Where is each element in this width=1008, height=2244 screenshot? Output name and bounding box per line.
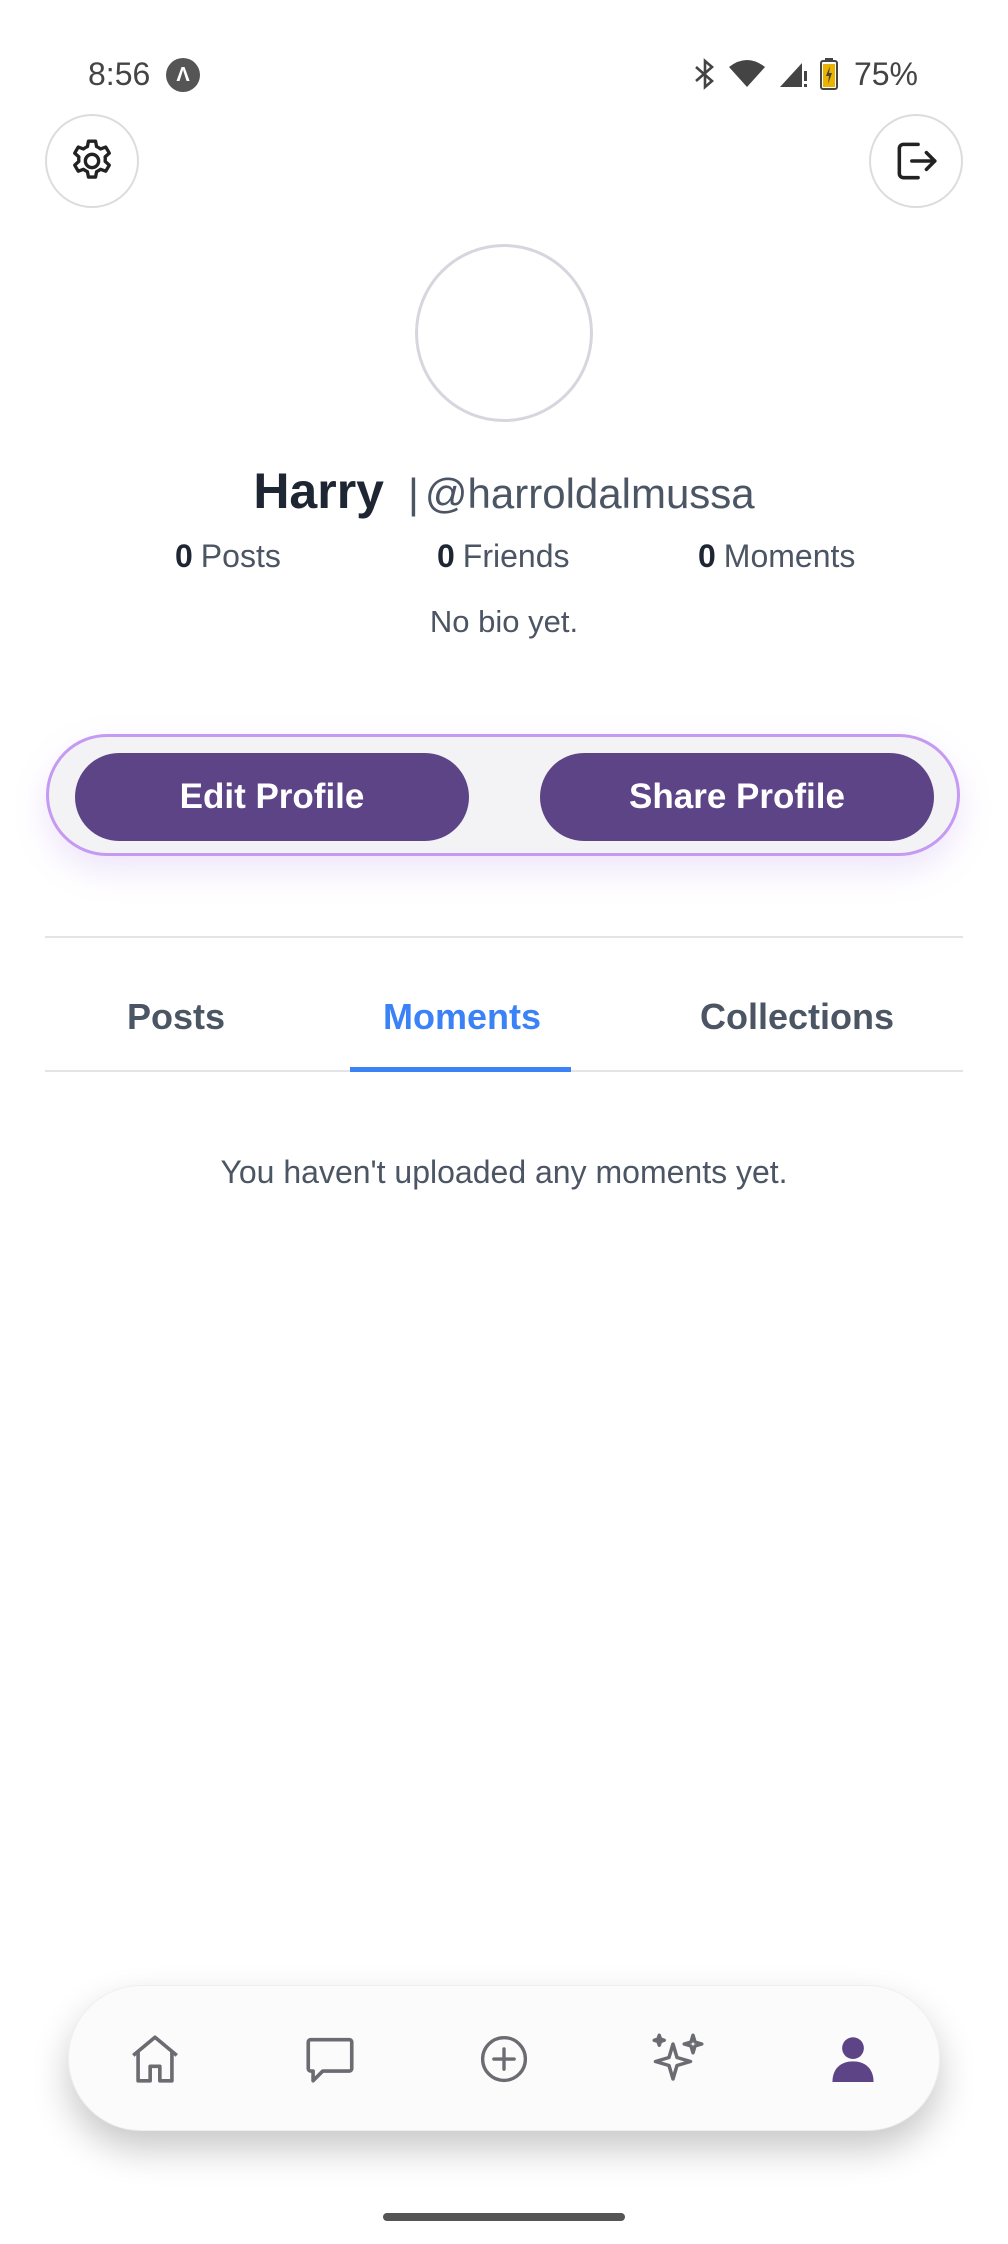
status-bar: 8:56 Λ 75% <box>0 0 1008 150</box>
stat-posts[interactable]: 0 Posts <box>175 538 281 575</box>
profile-tabs: Posts Moments Collections <box>45 960 963 1072</box>
friends-count: 0 <box>437 538 455 574</box>
profile-icon <box>832 2037 874 2082</box>
stat-moments[interactable]: 0 Moments <box>698 538 855 575</box>
bluetooth-icon <box>695 58 714 90</box>
settings-button[interactable] <box>45 114 139 208</box>
nav-add[interactable] <box>469 2024 539 2094</box>
status-time: 8:56 <box>88 56 151 92</box>
sparkle-icon <box>652 2033 704 2081</box>
share-profile-button[interactable]: Share Profile <box>540 753 934 841</box>
avatar[interactable] <box>415 244 593 422</box>
battery-percent: 75% <box>853 55 918 92</box>
gear-icon <box>73 139 111 179</box>
display-name: Harry <box>253 463 384 519</box>
divider <box>45 936 963 938</box>
home-indicator[interactable] <box>383 2213 625 2221</box>
edit-profile-button[interactable]: Edit Profile <box>75 753 469 841</box>
profile-bio: No bio yet. <box>429 604 579 639</box>
profile-actions: Edit Profile Share Profile <box>46 734 960 856</box>
active-tab-indicator <box>350 1067 571 1072</box>
signal-icon <box>779 63 807 87</box>
nav-chat[interactable] <box>295 2024 365 2094</box>
tab-collections[interactable]: Collections <box>700 996 894 1038</box>
nav-sparkle[interactable] <box>643 2024 713 2094</box>
stat-friends[interactable]: 0 Friends <box>437 538 570 575</box>
posts-label: Posts <box>200 538 281 574</box>
nav-home[interactable] <box>120 2024 190 2094</box>
username: | @harroldalmussa <box>408 470 755 518</box>
add-circle-icon <box>480 2035 528 2083</box>
moments-label: Moments <box>723 538 856 574</box>
username-separator: | <box>407 470 419 517</box>
logout-button[interactable] <box>869 114 963 208</box>
app-indicator-icon: Λ <box>166 58 200 92</box>
profile-name-row: Harry | @harroldalmussa <box>0 462 1008 520</box>
username-text: @harroldalmussa <box>424 470 755 517</box>
moments-count: 0 <box>698 538 716 574</box>
battery-icon <box>819 58 838 90</box>
nav-profile[interactable] <box>818 2024 888 2094</box>
wifi-icon <box>728 60 765 87</box>
posts-count: 0 <box>175 538 193 574</box>
empty-state-message: You haven't uploaded any moments yet. <box>220 1154 788 1190</box>
logout-icon <box>897 142 937 180</box>
friends-label: Friends <box>462 538 570 574</box>
status-icons: 75% <box>694 54 918 94</box>
profile-stats: 0 Posts 0 Friends 0 Moments <box>0 538 1008 578</box>
tab-moments[interactable]: Moments <box>383 996 541 1038</box>
chat-icon <box>306 2037 354 2083</box>
tab-posts[interactable]: Posts <box>127 996 225 1038</box>
home-icon <box>132 2035 178 2083</box>
bottom-nav <box>68 1985 940 2131</box>
